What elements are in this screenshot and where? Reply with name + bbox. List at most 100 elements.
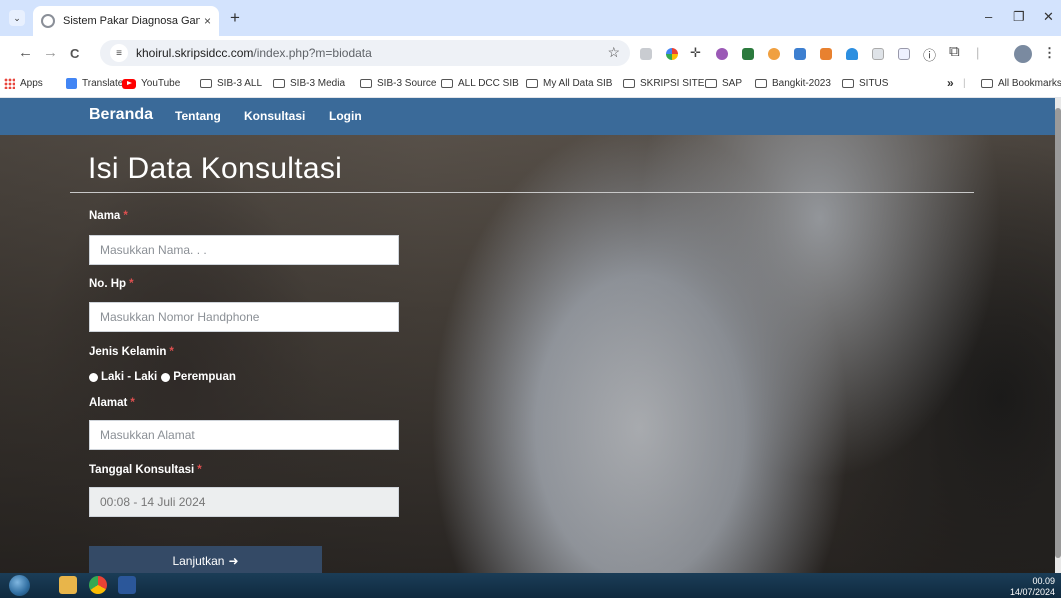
gender-radio-group: Laki - Laki Perempuan (89, 371, 240, 383)
restore-button[interactable]: ❐ (1013, 9, 1025, 25)
folder-icon (755, 79, 767, 88)
more-menu-icon[interactable]: ⋮ (1043, 45, 1056, 61)
bookmark-apps[interactable]: Apps (4, 78, 43, 89)
radio-circle-icon[interactable] (161, 372, 171, 382)
bookmark-label: Apps (20, 78, 43, 89)
radio-laki-laki[interactable]: Laki - Laki (89, 371, 157, 383)
address-bar[interactable]: ≡ khoirul.skripsidcc.com/index.php?m=bio… (100, 40, 630, 66)
nav-tentang[interactable]: Tentang (175, 109, 221, 123)
radio-circle-icon[interactable] (89, 372, 98, 382)
all-bookmarks[interactable]: All Bookmarks (981, 78, 1061, 89)
browser-toolbar: ← → C ≡ khoirul.skripsidcc.com/index.php… (0, 36, 1061, 70)
alamat-input[interactable] (89, 420, 399, 450)
nav-konsultasi[interactable]: Konsultasi (244, 109, 305, 123)
word-icon[interactable] (118, 576, 136, 594)
profile-avatar[interactable] (1014, 45, 1032, 63)
extension-color-icon[interactable] (666, 48, 678, 60)
file-explorer-icon[interactable] (59, 576, 77, 594)
radio-label: Perempuan (173, 371, 236, 383)
extensions-puzzle-icon[interactable]: ⧉ (949, 43, 960, 60)
url-host: khoirul.skripsidcc.com (136, 46, 254, 60)
bookmark-label: Bangkit-2023 (772, 78, 831, 89)
bookmark-label: ALL DCC SIB (458, 78, 519, 89)
extension-b-icon[interactable] (898, 48, 910, 60)
extension-home-icon[interactable] (742, 48, 754, 60)
close-window-button[interactable]: ✕ (1043, 9, 1054, 25)
label-text: Nama (89, 210, 121, 222)
folder-icon (526, 79, 538, 88)
hp-input[interactable] (89, 302, 399, 332)
bookmark-star-icon[interactable]: ☆ (607, 44, 620, 61)
title-divider (70, 192, 974, 193)
folder-icon (705, 79, 717, 88)
radio-label: Laki - Laki (101, 371, 158, 383)
nama-label: Nama * (89, 210, 128, 222)
site-info-icon[interactable]: ≡ (110, 44, 128, 62)
youtube-icon (122, 78, 136, 89)
folder-icon (200, 79, 212, 88)
nav-beranda[interactable]: Beranda (89, 106, 153, 124)
taskbar-clock[interactable]: 00.09 14/07/2024 (1010, 576, 1055, 598)
bookmark-all-dcc-sib[interactable]: ALL DCC SIB (441, 78, 519, 89)
folder-icon (623, 79, 635, 88)
extension-person-icon[interactable] (820, 48, 832, 60)
extension-hat-icon[interactable] (846, 48, 858, 60)
button-label: Lanjutkan (172, 554, 225, 568)
forward-icon[interactable]: → (43, 44, 58, 61)
globe-icon (41, 14, 55, 28)
required-mark: * (129, 278, 134, 290)
site-navbar: Beranda Tentang Konsultasi Login (0, 98, 1061, 135)
tab-search-icon[interactable]: ⌄ (9, 10, 25, 26)
bookmark-label: YouTube (141, 78, 181, 89)
minimize-button[interactable]: – (985, 9, 992, 24)
bookmark-skripsi-site[interactable]: SKRIPSI SITE (623, 78, 704, 89)
extension-box-icon[interactable] (872, 48, 884, 60)
bookmark-bangkit-2023[interactable]: Bangkit-2023 (755, 78, 831, 89)
lanjutkan-button[interactable]: Lanjutkan ➜ (89, 546, 322, 573)
chrome-icon[interactable] (89, 576, 107, 594)
bookmark-sib-3-all[interactable]: SIB-3 ALL (200, 78, 262, 89)
label-text: Jenis Kelamin (89, 346, 167, 358)
required-mark: * (197, 464, 202, 476)
label-text: Alamat (89, 397, 128, 409)
nama-input[interactable] (89, 235, 399, 265)
new-tab-button[interactable]: + (230, 8, 240, 28)
page-scrollbar[interactable] (1055, 98, 1061, 573)
start-button[interactable] (9, 575, 30, 596)
bookmark-translate[interactable]: Translate (66, 78, 123, 89)
required-mark: * (169, 346, 174, 358)
bookmark-label: SIB-3 Media (290, 78, 346, 89)
extension-globe-icon[interactable] (640, 48, 652, 60)
clock-date: 14/07/2024 (1009, 587, 1055, 597)
bookmark-label: All Bookmarks (998, 78, 1061, 89)
toolbar-divider: | (976, 45, 980, 60)
arrow-right-icon: ➜ (228, 554, 239, 568)
extension-gear-icon[interactable] (716, 48, 728, 60)
reload-icon[interactable]: C (70, 46, 79, 61)
folder-icon (441, 79, 453, 88)
folder-icon (273, 79, 285, 88)
bookmark-label: My All Data SIB (543, 78, 613, 89)
extension-cookie-icon[interactable] (768, 48, 780, 60)
bookmark-youtube[interactable]: YouTube (122, 78, 180, 89)
form-title: Isi Data Konsultasi (88, 152, 343, 185)
extension-cross-icon[interactable]: ✛ (690, 45, 701, 61)
extension-info-icon[interactable]: ⓘ (923, 45, 936, 64)
extension-doc-icon[interactable] (794, 48, 806, 60)
bookmarks-overflow-button[interactable]: » (947, 76, 954, 90)
tanggal-input[interactable] (89, 487, 399, 517)
scrollbar-thumb[interactable] (1055, 108, 1061, 558)
tanggal-label: Tanggal Konsultasi * (89, 464, 202, 476)
bookmark-my-all-data-sib[interactable]: My All Data SIB (526, 78, 612, 89)
label-text: Tanggal Konsultasi (89, 464, 195, 476)
nav-login[interactable]: Login (329, 109, 362, 123)
bookmark-sib-3-source[interactable]: SIB-3 Source (360, 78, 436, 89)
tab-close-icon[interactable]: × (204, 14, 211, 28)
bookmark-sib-3-media[interactable]: SIB-3 Media (273, 78, 345, 89)
bookmark-situs[interactable]: SITUS (842, 78, 888, 89)
radio-perempuan[interactable]: Perempuan (161, 371, 236, 383)
browser-tab-active[interactable]: Sistem Pakar Diagnosa Ganggu × (33, 6, 219, 36)
back-icon[interactable]: ← (18, 44, 33, 61)
windows-taskbar: 00.09 14/07/2024 (0, 573, 1061, 598)
bookmark-sap[interactable]: SAP (705, 78, 742, 89)
